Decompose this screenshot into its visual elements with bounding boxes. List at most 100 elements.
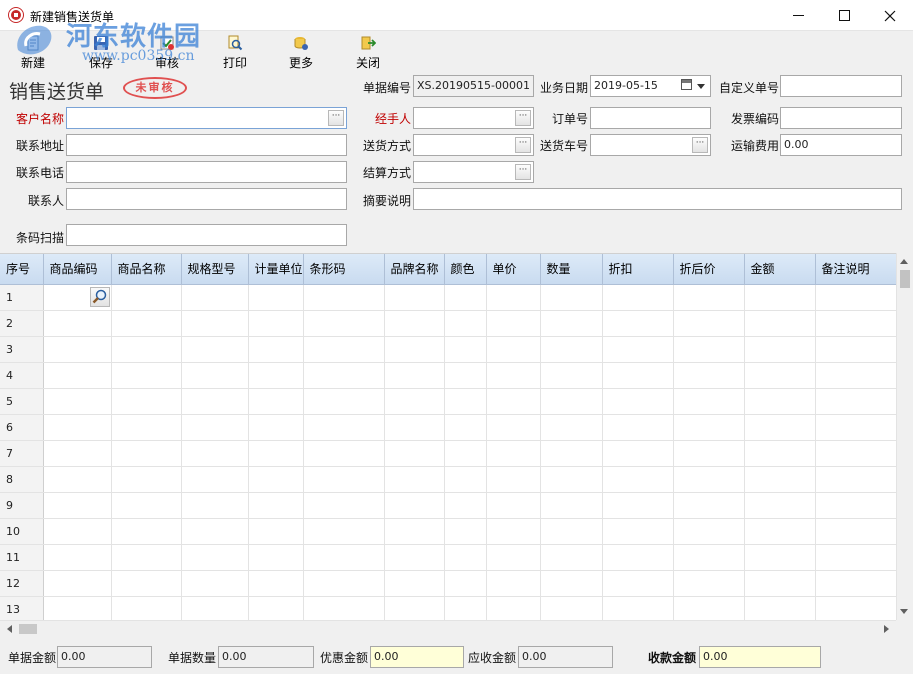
items-grid[interactable]: 序号 商品编码 商品名称 规格型号 计量单位 条形码 品牌名称 颜色 单价 数量… bbox=[0, 253, 896, 620]
grid-cell[interactable] bbox=[444, 466, 487, 493]
vertical-scroll-thumb[interactable] bbox=[900, 270, 910, 288]
new-button[interactable]: 新建 bbox=[6, 33, 60, 73]
grid-cell[interactable] bbox=[673, 492, 745, 519]
grid-cell[interactable] bbox=[444, 414, 487, 441]
grid-cell[interactable] bbox=[248, 362, 304, 389]
maximize-button[interactable] bbox=[821, 0, 867, 31]
grid-cell[interactable] bbox=[744, 596, 816, 620]
grid-cell[interactable] bbox=[815, 544, 896, 571]
grid-cell[interactable] bbox=[673, 284, 745, 311]
horizontal-scroll-thumb[interactable] bbox=[19, 624, 37, 634]
customer-lookup-button[interactable]: ··· bbox=[328, 110, 344, 126]
freight-field[interactable]: 0.00 bbox=[780, 134, 902, 156]
grid-cell[interactable] bbox=[303, 570, 385, 597]
grid-cell[interactable] bbox=[444, 388, 487, 415]
grid-cell[interactable] bbox=[248, 466, 304, 493]
table-row[interactable]: 13 bbox=[0, 596, 896, 620]
table-row[interactable]: 1 bbox=[0, 284, 896, 311]
grid-cell[interactable] bbox=[303, 388, 385, 415]
grid-cell[interactable] bbox=[540, 414, 603, 441]
grid-cell[interactable] bbox=[486, 570, 541, 597]
grid-cell[interactable] bbox=[673, 570, 745, 597]
close-window-button[interactable] bbox=[867, 0, 913, 31]
horizontal-scrollbar[interactable] bbox=[0, 620, 896, 637]
grid-cell[interactable] bbox=[303, 284, 385, 311]
grid-cell[interactable] bbox=[248, 596, 304, 620]
grid-cell[interactable] bbox=[602, 336, 674, 363]
grid-cell[interactable] bbox=[815, 336, 896, 363]
grid-cell[interactable] bbox=[248, 440, 304, 467]
grid-cell[interactable] bbox=[815, 570, 896, 597]
column-header[interactable]: 金额 bbox=[744, 254, 816, 285]
grid-cell[interactable] bbox=[111, 492, 182, 519]
grid-cell[interactable] bbox=[111, 310, 182, 337]
invoice-field[interactable] bbox=[780, 107, 902, 129]
grid-cell[interactable] bbox=[303, 336, 385, 363]
audit-button[interactable]: 审核 bbox=[140, 33, 194, 73]
grid-cell[interactable] bbox=[384, 440, 445, 467]
grid-cell[interactable] bbox=[486, 596, 541, 620]
delivery-method-lookup-button[interactable]: ··· bbox=[515, 137, 531, 153]
grid-cell[interactable] bbox=[602, 492, 674, 519]
grid-cell[interactable] bbox=[444, 362, 487, 389]
grid-cell[interactable] bbox=[444, 492, 487, 519]
grid-cell[interactable] bbox=[815, 440, 896, 467]
grid-cell[interactable] bbox=[303, 492, 385, 519]
grid-cell[interactable] bbox=[248, 284, 304, 311]
print-button[interactable]: 打印 bbox=[208, 33, 262, 73]
table-row[interactable]: 8 bbox=[0, 466, 896, 493]
grid-cell[interactable] bbox=[540, 570, 603, 597]
grid-cell[interactable] bbox=[486, 440, 541, 467]
grid-cell[interactable] bbox=[540, 362, 603, 389]
grid-cell[interactable] bbox=[43, 414, 112, 441]
column-header[interactable]: 条形码 bbox=[303, 254, 385, 285]
grid-cell[interactable] bbox=[744, 518, 816, 545]
column-header[interactable]: 规格型号 bbox=[181, 254, 249, 285]
grid-cell[interactable] bbox=[815, 388, 896, 415]
table-row[interactable]: 7 bbox=[0, 440, 896, 467]
grid-cell[interactable] bbox=[181, 414, 249, 441]
grid-cell[interactable] bbox=[43, 466, 112, 493]
biz-date-field[interactable]: 2019-05-15 bbox=[590, 75, 711, 97]
grid-cell[interactable] bbox=[181, 440, 249, 467]
grid-cell[interactable] bbox=[303, 466, 385, 493]
grid-cell[interactable] bbox=[181, 336, 249, 363]
grid-cell[interactable] bbox=[181, 570, 249, 597]
grid-cell[interactable] bbox=[540, 310, 603, 337]
handler-field[interactable]: ··· bbox=[413, 107, 534, 129]
grid-cell[interactable] bbox=[815, 310, 896, 337]
grid-cell[interactable] bbox=[602, 362, 674, 389]
grid-cell[interactable] bbox=[744, 544, 816, 571]
grid-cell[interactable] bbox=[673, 544, 745, 571]
grid-cell[interactable] bbox=[486, 466, 541, 493]
grid-cell[interactable] bbox=[602, 414, 674, 441]
grid-cell[interactable] bbox=[444, 518, 487, 545]
grid-cell[interactable] bbox=[43, 570, 112, 597]
table-row[interactable]: 11 bbox=[0, 544, 896, 571]
grid-cell[interactable] bbox=[540, 518, 603, 545]
grid-cell[interactable] bbox=[384, 284, 445, 311]
grid-cell[interactable] bbox=[486, 362, 541, 389]
scroll-right-icon[interactable] bbox=[884, 625, 889, 633]
grid-cell[interactable] bbox=[815, 518, 896, 545]
grid-cell[interactable] bbox=[248, 570, 304, 597]
grid-cell[interactable] bbox=[384, 310, 445, 337]
grid-cell[interactable] bbox=[181, 362, 249, 389]
grid-cell[interactable] bbox=[303, 544, 385, 571]
grid-cell[interactable] bbox=[181, 388, 249, 415]
grid-cell[interactable] bbox=[602, 544, 674, 571]
grid-cell[interactable] bbox=[673, 336, 745, 363]
grid-cell[interactable] bbox=[744, 492, 816, 519]
product-lookup-button[interactable] bbox=[89, 287, 110, 307]
table-row[interactable]: 3 bbox=[0, 336, 896, 363]
grid-cell[interactable] bbox=[673, 440, 745, 467]
order-no-field[interactable] bbox=[590, 107, 711, 129]
table-row[interactable]: 9 bbox=[0, 492, 896, 519]
grid-cell[interactable] bbox=[43, 388, 112, 415]
grid-cell[interactable] bbox=[540, 284, 603, 311]
scroll-down-icon[interactable] bbox=[900, 609, 908, 614]
grid-cell[interactable] bbox=[384, 336, 445, 363]
barcode-field[interactable] bbox=[66, 224, 347, 246]
grid-cell[interactable] bbox=[673, 518, 745, 545]
grid-cell[interactable] bbox=[486, 388, 541, 415]
